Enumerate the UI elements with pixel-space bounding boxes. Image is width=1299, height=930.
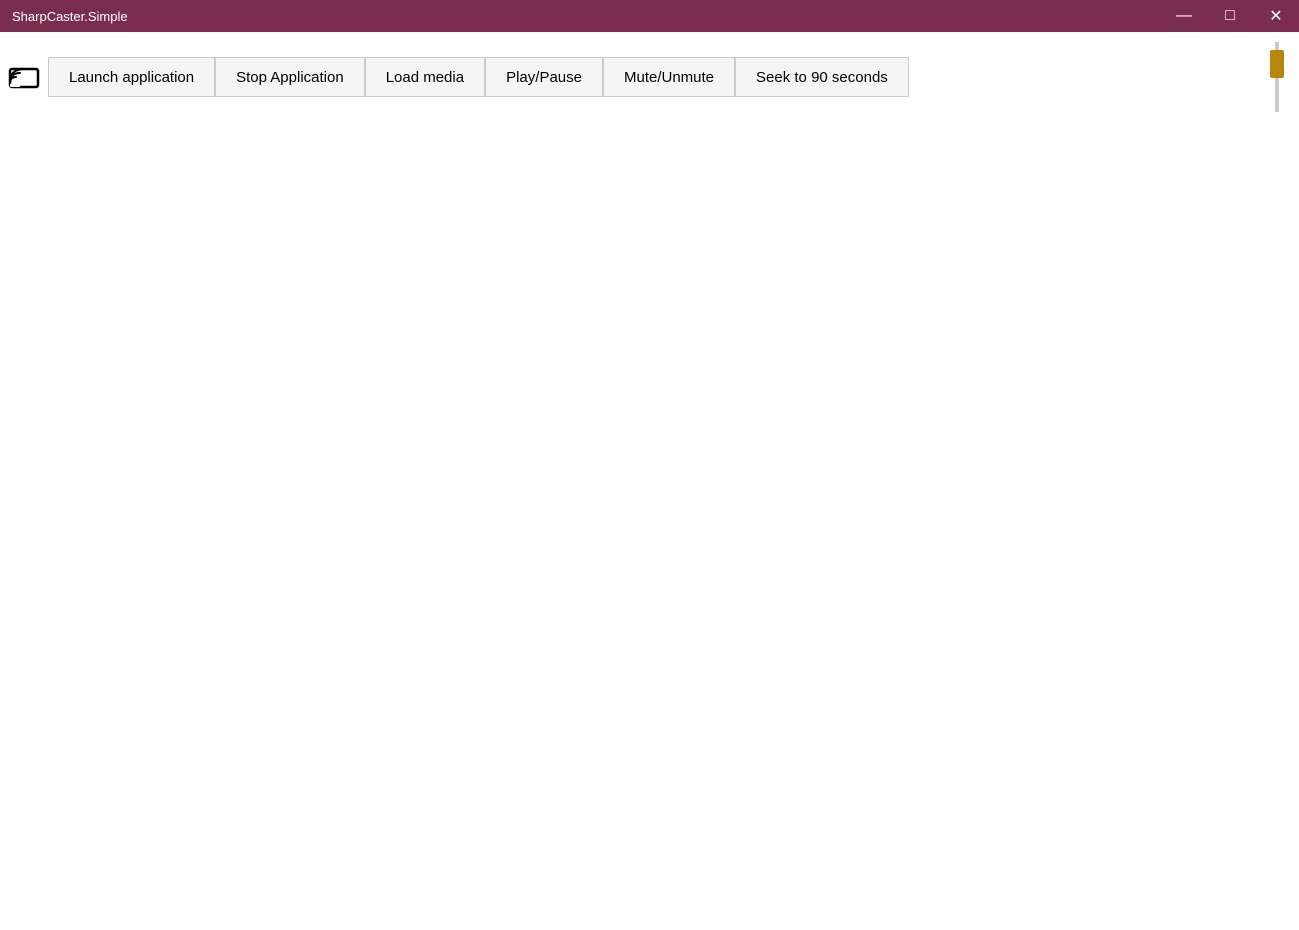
window-controls: — □ ✕ [1161,0,1299,32]
cast-icon [8,63,40,91]
volume-slider-wrap[interactable] [1275,42,1279,112]
launch-application-button[interactable]: Launch application [48,57,215,97]
stop-application-button[interactable]: Stop Application [215,57,365,97]
close-button[interactable]: ✕ [1253,0,1299,32]
main-content [0,122,1299,930]
volume-slider[interactable] [1275,42,1279,112]
seek-90-button[interactable]: Seek to 90 seconds [735,57,909,97]
toolbar: Launch application Stop Application Load… [0,32,1299,122]
load-media-button[interactable]: Load media [365,57,485,97]
play-pause-button[interactable]: Play/Pause [485,57,603,97]
minimize-button[interactable]: — [1161,0,1207,32]
title-bar: SharpCaster.Simple — □ ✕ [0,0,1299,32]
toolbar-buttons: Launch application Stop Application Load… [48,57,1265,97]
app-title: SharpCaster.Simple [12,9,128,24]
cast-icon-wrap [8,63,40,91]
maximize-button[interactable]: □ [1207,0,1253,32]
mute-unmute-button[interactable]: Mute/Unmute [603,57,735,97]
